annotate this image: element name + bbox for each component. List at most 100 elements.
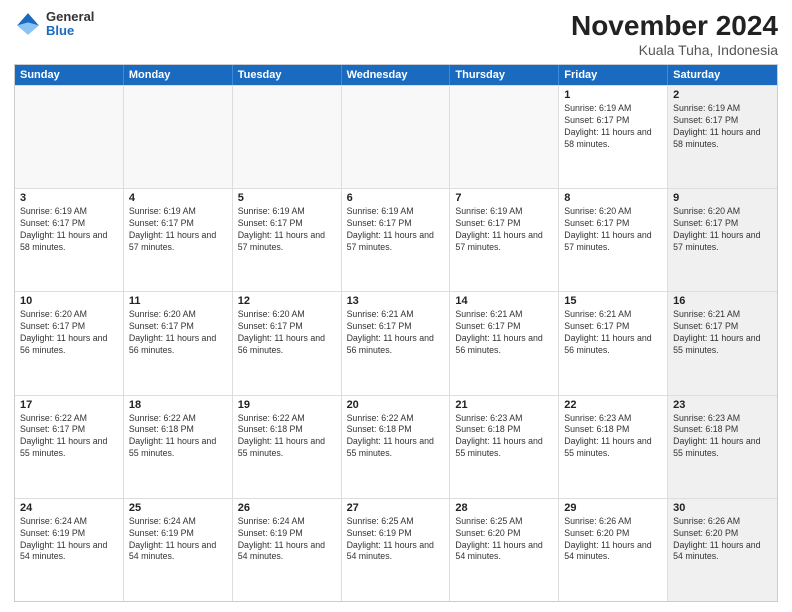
day-info: Sunrise: 6:20 AM Sunset: 6:17 PM Dayligh… bbox=[564, 206, 662, 254]
calendar-row: 3 Sunrise: 6:19 AM Sunset: 6:17 PM Daylig… bbox=[15, 188, 777, 291]
day-number: 13 bbox=[347, 295, 445, 307]
day-info: Sunrise: 6:20 AM Sunset: 6:17 PM Dayligh… bbox=[673, 206, 772, 254]
day-cell: 10 Sunrise: 6:20 AM Sunset: 6:17 PM Dayli… bbox=[15, 292, 124, 394]
logo-general: General bbox=[46, 10, 94, 24]
day-number: 22 bbox=[564, 399, 662, 411]
day-cell: 8 Sunrise: 6:20 AM Sunset: 6:17 PM Daylig… bbox=[559, 189, 668, 291]
day-info: Sunrise: 6:19 AM Sunset: 6:17 PM Dayligh… bbox=[129, 206, 227, 254]
empty-cell bbox=[450, 86, 559, 188]
day-info: Sunrise: 6:20 AM Sunset: 6:17 PM Dayligh… bbox=[129, 309, 227, 357]
weekday-header: Sunday bbox=[15, 65, 124, 85]
day-cell: 12Sunrise: 6:20 AM Sunset: 6:17 PM Dayli… bbox=[233, 292, 342, 394]
day-info: Sunrise: 6:23 AM Sunset: 6:18 PM Dayligh… bbox=[673, 413, 772, 461]
empty-cell bbox=[233, 86, 342, 188]
day-cell: 7Sunrise: 6:19 AM Sunset: 6:17 PM Daylig… bbox=[450, 189, 559, 291]
day-info: Sunrise: 6:24 AM Sunset: 6:19 PM Dayligh… bbox=[20, 516, 118, 564]
day-number: 20 bbox=[347, 399, 445, 411]
day-cell: 20 Sunrise: 6:22 AM Sunset: 6:18 PM Dayli… bbox=[342, 396, 451, 498]
day-number: 29 bbox=[564, 502, 662, 514]
day-info: Sunrise: 6:19 AM Sunset: 6:17 PM Dayligh… bbox=[238, 206, 336, 254]
day-cell: 15 Sunrise: 6:21 AM Sunset: 6:17 PM Dayli… bbox=[559, 292, 668, 394]
day-number: 19 bbox=[238, 399, 336, 411]
day-info: Sunrise: 6:24 AM Sunset: 6:19 PM Dayligh… bbox=[238, 516, 336, 564]
day-number: 6 bbox=[347, 192, 445, 204]
day-number: 21 bbox=[455, 399, 553, 411]
calendar-body: 1 Sunrise: 6:19 AM Sunset: 6:17 PM Daylig… bbox=[15, 85, 777, 601]
day-info: Sunrise: 6:19 AM Sunset: 6:17 PM Dayligh… bbox=[673, 103, 772, 151]
day-cell: 19 Sunrise: 6:22 AM Sunset: 6:18 PM Dayli… bbox=[233, 396, 342, 498]
day-number: 7 bbox=[455, 192, 553, 204]
day-number: 24 bbox=[20, 502, 118, 514]
day-cell: 22Sunrise: 6:23 AM Sunset: 6:18 PM Dayli… bbox=[559, 396, 668, 498]
empty-cell bbox=[15, 86, 124, 188]
day-cell: 3 Sunrise: 6:19 AM Sunset: 6:17 PM Daylig… bbox=[15, 189, 124, 291]
day-number: 15 bbox=[564, 295, 662, 307]
day-info: Sunrise: 6:21 AM Sunset: 6:17 PM Dayligh… bbox=[347, 309, 445, 357]
day-info: Sunrise: 6:19 AM Sunset: 6:17 PM Dayligh… bbox=[564, 103, 662, 151]
day-number: 1 bbox=[564, 89, 662, 101]
calendar-header: SundayMondayTuesdayWednesdayThursdayFrid… bbox=[15, 65, 777, 85]
day-cell: 16 Sunrise: 6:21 AM Sunset: 6:17 PM Dayli… bbox=[668, 292, 777, 394]
day-info: Sunrise: 6:19 AM Sunset: 6:17 PM Dayligh… bbox=[20, 206, 118, 254]
header: General Blue November 2024 Kuala Tuha, I… bbox=[14, 10, 778, 58]
day-info: Sunrise: 6:26 AM Sunset: 6:20 PM Dayligh… bbox=[673, 516, 772, 564]
day-number: 4 bbox=[129, 192, 227, 204]
day-number: 9 bbox=[673, 192, 772, 204]
day-info: Sunrise: 6:21 AM Sunset: 6:17 PM Dayligh… bbox=[673, 309, 772, 357]
day-info: Sunrise: 6:22 AM Sunset: 6:18 PM Dayligh… bbox=[238, 413, 336, 461]
title-area: November 2024 Kuala Tuha, Indonesia bbox=[571, 10, 778, 58]
weekday-header: Monday bbox=[124, 65, 233, 85]
calendar: SundayMondayTuesdayWednesdayThursdayFrid… bbox=[14, 64, 778, 602]
logo-icon bbox=[14, 10, 42, 38]
page: General Blue November 2024 Kuala Tuha, I… bbox=[0, 0, 792, 612]
day-info: Sunrise: 6:20 AM Sunset: 6:17 PM Dayligh… bbox=[20, 309, 118, 357]
day-cell: 4 Sunrise: 6:19 AM Sunset: 6:17 PM Daylig… bbox=[124, 189, 233, 291]
day-cell: 13 Sunrise: 6:21 AM Sunset: 6:17 PM Dayli… bbox=[342, 292, 451, 394]
day-number: 8 bbox=[564, 192, 662, 204]
day-cell: 2Sunrise: 6:19 AM Sunset: 6:17 PM Daylig… bbox=[668, 86, 777, 188]
day-number: 18 bbox=[129, 399, 227, 411]
day-info: Sunrise: 6:25 AM Sunset: 6:19 PM Dayligh… bbox=[347, 516, 445, 564]
day-cell: 30Sunrise: 6:26 AM Sunset: 6:20 PM Dayli… bbox=[668, 499, 777, 601]
day-number: 27 bbox=[347, 502, 445, 514]
page-title: November 2024 bbox=[571, 10, 778, 42]
day-cell: 23 Sunrise: 6:23 AM Sunset: 6:18 PM Dayli… bbox=[668, 396, 777, 498]
day-cell: 17Sunrise: 6:22 AM Sunset: 6:17 PM Dayli… bbox=[15, 396, 124, 498]
empty-cell bbox=[342, 86, 451, 188]
day-cell: 18Sunrise: 6:22 AM Sunset: 6:18 PM Dayli… bbox=[124, 396, 233, 498]
day-info: Sunrise: 6:22 AM Sunset: 6:18 PM Dayligh… bbox=[347, 413, 445, 461]
weekday-header: Saturday bbox=[668, 65, 777, 85]
day-info: Sunrise: 6:21 AM Sunset: 6:17 PM Dayligh… bbox=[564, 309, 662, 357]
day-number: 14 bbox=[455, 295, 553, 307]
day-cell: 24 Sunrise: 6:24 AM Sunset: 6:19 PM Dayli… bbox=[15, 499, 124, 601]
day-cell: 14Sunrise: 6:21 AM Sunset: 6:17 PM Dayli… bbox=[450, 292, 559, 394]
day-cell: 21Sunrise: 6:23 AM Sunset: 6:18 PM Dayli… bbox=[450, 396, 559, 498]
day-number: 5 bbox=[238, 192, 336, 204]
day-number: 3 bbox=[20, 192, 118, 204]
day-cell: 28Sunrise: 6:25 AM Sunset: 6:20 PM Dayli… bbox=[450, 499, 559, 601]
day-cell: 11 Sunrise: 6:20 AM Sunset: 6:17 PM Dayli… bbox=[124, 292, 233, 394]
day-info: Sunrise: 6:19 AM Sunset: 6:17 PM Dayligh… bbox=[347, 206, 445, 254]
calendar-row: 1 Sunrise: 6:19 AM Sunset: 6:17 PM Daylig… bbox=[15, 85, 777, 188]
day-cell: 9 Sunrise: 6:20 AM Sunset: 6:17 PM Daylig… bbox=[668, 189, 777, 291]
day-number: 28 bbox=[455, 502, 553, 514]
day-cell: 29Sunrise: 6:26 AM Sunset: 6:20 PM Dayli… bbox=[559, 499, 668, 601]
calendar-row: 17Sunrise: 6:22 AM Sunset: 6:17 PM Dayli… bbox=[15, 395, 777, 498]
calendar-row: 24 Sunrise: 6:24 AM Sunset: 6:19 PM Dayli… bbox=[15, 498, 777, 601]
day-number: 10 bbox=[20, 295, 118, 307]
day-cell: 25Sunrise: 6:24 AM Sunset: 6:19 PM Dayli… bbox=[124, 499, 233, 601]
day-cell: 6 Sunrise: 6:19 AM Sunset: 6:17 PM Daylig… bbox=[342, 189, 451, 291]
day-cell: 27 Sunrise: 6:25 AM Sunset: 6:19 PM Dayli… bbox=[342, 499, 451, 601]
logo-blue: Blue bbox=[46, 24, 94, 38]
day-number: 16 bbox=[673, 295, 772, 307]
weekday-header: Wednesday bbox=[342, 65, 451, 85]
day-number: 26 bbox=[238, 502, 336, 514]
day-info: Sunrise: 6:22 AM Sunset: 6:17 PM Dayligh… bbox=[20, 413, 118, 461]
calendar-row: 10 Sunrise: 6:20 AM Sunset: 6:17 PM Dayli… bbox=[15, 291, 777, 394]
day-cell: 1 Sunrise: 6:19 AM Sunset: 6:17 PM Daylig… bbox=[559, 86, 668, 188]
day-info: Sunrise: 6:24 AM Sunset: 6:19 PM Dayligh… bbox=[129, 516, 227, 564]
day-number: 23 bbox=[673, 399, 772, 411]
day-number: 11 bbox=[129, 295, 227, 307]
logo: General Blue bbox=[14, 10, 94, 39]
page-subtitle: Kuala Tuha, Indonesia bbox=[571, 42, 778, 58]
